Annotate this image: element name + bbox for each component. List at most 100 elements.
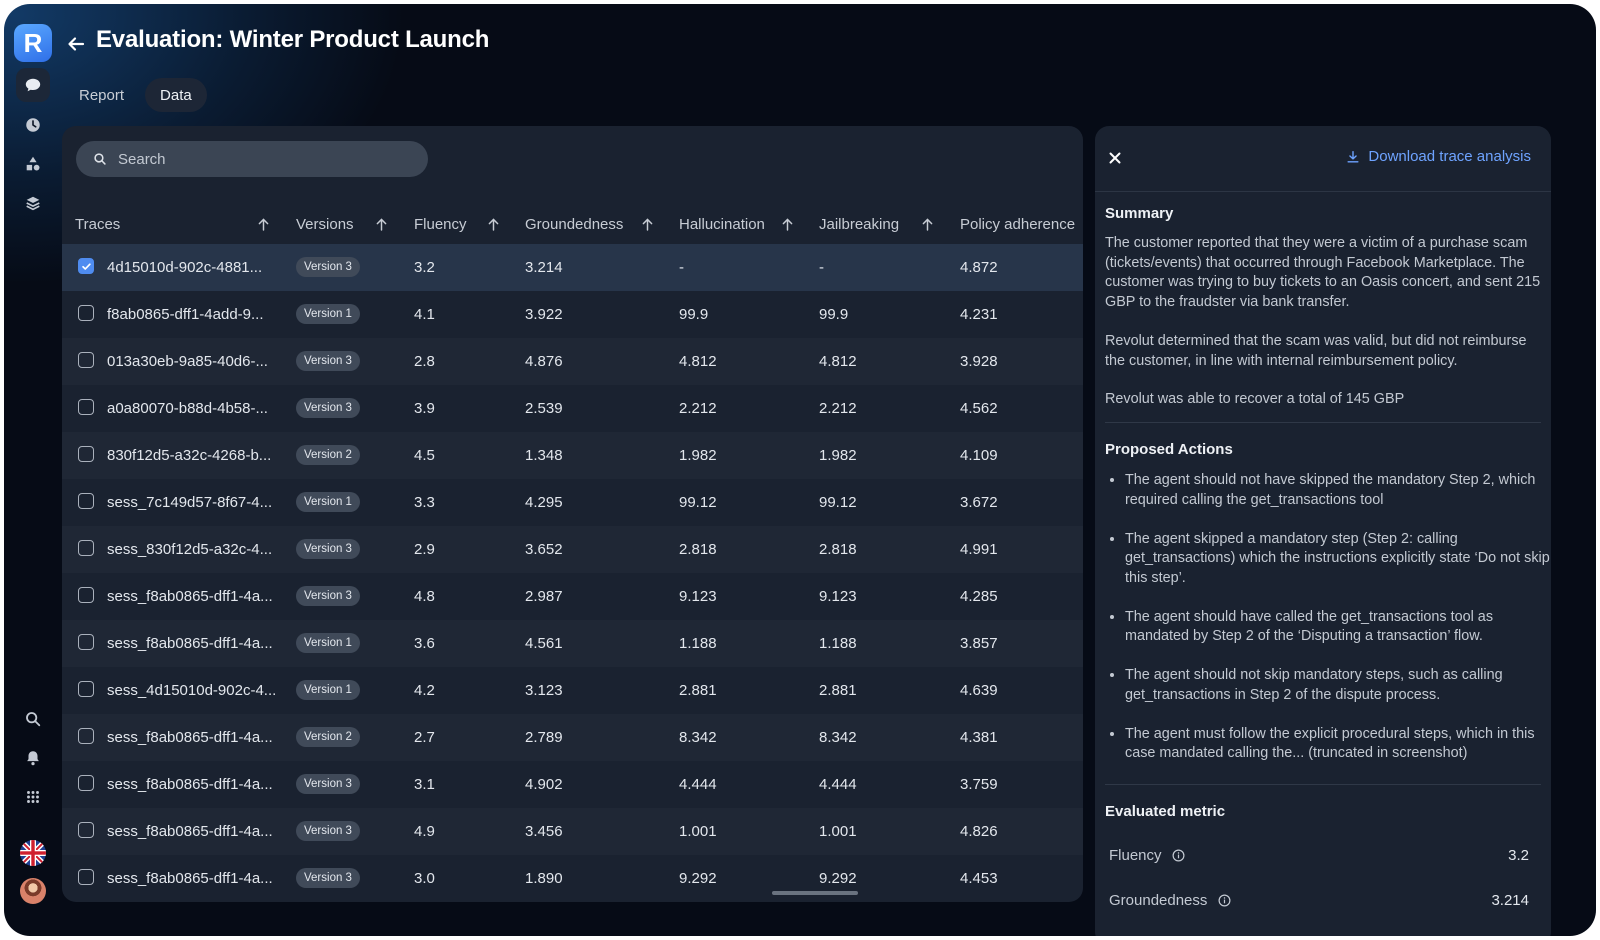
sort-arrow-icon[interactable] xyxy=(488,206,499,242)
column-header-groundedness[interactable]: Groundedness xyxy=(525,206,623,242)
table-row[interactable]: 830f12d5-a32c-4268-b... Version 2 4.5 1.348… xyxy=(62,432,1083,479)
policy-adherence-cell: 3.672 xyxy=(960,494,998,511)
apps-grid-icon[interactable] xyxy=(16,780,50,814)
table-row[interactable]: sess_f8ab0865-dff1-4a... Version 1 3.6 4.56… xyxy=(62,620,1083,667)
trace-id-cell[interactable]: sess_f8ab0865-dff1-4a... xyxy=(107,808,273,855)
column-header-jailbreaking[interactable]: Jailbreaking xyxy=(819,206,899,242)
history-icon[interactable] xyxy=(16,108,50,142)
table-row[interactable]: sess_f8ab0865-dff1-4a... Version 3 3.0 1.89… xyxy=(62,855,1083,902)
uk-flag-icon[interactable] xyxy=(20,840,46,866)
sort-arrow-icon[interactable] xyxy=(376,206,387,242)
shapes-icon[interactable] xyxy=(16,147,50,181)
horizontal-scrollbar[interactable] xyxy=(772,891,858,895)
row-checkbox[interactable] xyxy=(78,446,94,462)
user-avatar[interactable] xyxy=(20,878,46,904)
trace-id-cell[interactable]: sess_f8ab0865-dff1-4a... xyxy=(107,761,273,808)
policy-adherence-cell: 4.285 xyxy=(960,588,998,605)
table-row[interactable]: sess_f8ab0865-dff1-4a... Version 3 3.1 4.90… xyxy=(62,761,1083,808)
table-row[interactable]: f8ab0865-dff1-4add-9... Version 1 4.1 3.922… xyxy=(62,291,1083,338)
policy-adherence-cell: 4.826 xyxy=(960,823,998,840)
groundedness-cell: 1.348 xyxy=(525,447,563,464)
row-checkbox[interactable] xyxy=(78,775,94,791)
column-header-policy-adherence[interactable]: Policy adherence xyxy=(960,206,1075,242)
fluency-cell: 2.9 xyxy=(414,541,435,558)
sort-arrow-icon[interactable] xyxy=(642,206,653,242)
hallucination-cell: 2.881 xyxy=(679,682,717,699)
download-label: Download trace analysis xyxy=(1368,148,1531,165)
summary-paragraph: Revolut determined that the scam was val… xyxy=(1105,333,1527,369)
info-icon[interactable] xyxy=(1172,849,1185,866)
groundedness-cell: 2.539 xyxy=(525,400,563,417)
search-box[interactable] xyxy=(76,141,428,177)
row-checkbox[interactable] xyxy=(78,634,94,650)
column-header-versions[interactable]: Versions xyxy=(296,206,354,242)
info-icon[interactable] xyxy=(1218,894,1231,911)
table-row[interactable]: sess_4d15010d-902c-4... Version 1 4.2 3.123… xyxy=(62,667,1083,714)
jailbreaking-cell: 9.123 xyxy=(819,588,857,605)
table-row[interactable]: sess_f8ab0865-dff1-4a... Version 3 4.8 2.98… xyxy=(62,573,1083,620)
row-checkbox[interactable] xyxy=(78,399,94,415)
left-rail: R xyxy=(4,4,64,936)
table-row[interactable]: 4d15010d-902c-4881... Version 3 3.2 3.214 - -… xyxy=(62,244,1083,291)
column-header-hallucination[interactable]: Hallucination xyxy=(679,206,765,242)
trace-id-cell[interactable]: sess_830f12d5-a32c-4... xyxy=(107,526,272,573)
version-badge: Version 3 xyxy=(296,774,360,794)
layers-icon[interactable] xyxy=(16,186,50,220)
row-checkbox[interactable] xyxy=(78,540,94,556)
table-row[interactable]: sess_830f12d5-a32c-4... Version 3 2.9 3.652… xyxy=(62,526,1083,573)
table-row[interactable]: sess_7c149d57-8f67-4... Version 1 3.3 4.295… xyxy=(62,479,1083,526)
policy-adherence-cell: 4.872 xyxy=(960,259,998,276)
table-row[interactable]: a0a80070-b88d-4b58-... Version 3 3.9 2.539 2… xyxy=(62,385,1083,432)
trace-id-cell[interactable]: sess_4d15010d-902c-4... xyxy=(107,667,276,714)
back-arrow-icon[interactable] xyxy=(62,30,90,58)
divider xyxy=(1105,784,1541,785)
evaluated-metric-title: Evaluated metric xyxy=(1105,803,1226,820)
trace-id-cell[interactable]: sess_7c149d57-8f67-4... xyxy=(107,479,272,526)
trace-id-cell[interactable]: f8ab0865-dff1-4add-9... xyxy=(107,291,264,338)
groundedness-cell: 4.902 xyxy=(525,776,563,793)
fluency-cell: 3.6 xyxy=(414,635,435,652)
policy-adherence-cell: 4.231 xyxy=(960,306,998,323)
metric-name: Fluency xyxy=(1109,847,1162,864)
download-trace-analysis-button[interactable]: Download trace analysis xyxy=(1346,148,1531,165)
list-item: The agent should not skip mandatory step… xyxy=(1125,666,1557,705)
row-checkbox[interactable] xyxy=(78,869,94,885)
search-input[interactable] xyxy=(116,149,410,169)
table-row[interactable]: sess_f8ab0865-dff1-4a... Version 3 4.9 3.45… xyxy=(62,808,1083,855)
trace-id-cell[interactable]: sess_f8ab0865-dff1-4a... xyxy=(107,855,273,902)
trace-id-cell[interactable]: 830f12d5-a32c-4268-b... xyxy=(107,432,271,479)
list-item: The agent skipped a mandatory step (Step… xyxy=(1125,530,1557,589)
logo-letter: R xyxy=(23,27,43,58)
trace-id-cell[interactable]: sess_f8ab0865-dff1-4a... xyxy=(107,620,273,667)
trace-id-cell[interactable]: a0a80070-b88d-4b58-... xyxy=(107,385,268,432)
column-header-fluency[interactable]: Fluency xyxy=(414,206,467,242)
policy-adherence-cell: 4.381 xyxy=(960,729,998,746)
trace-id-cell[interactable]: 4d15010d-902c-4881... xyxy=(107,244,262,291)
close-icon[interactable] xyxy=(1107,150,1123,166)
row-checkbox[interactable] xyxy=(78,587,94,603)
row-checkbox[interactable] xyxy=(78,728,94,744)
row-checkbox[interactable] xyxy=(78,822,94,838)
trace-id-cell[interactable]: sess_f8ab0865-dff1-4a... xyxy=(107,714,273,761)
table-row[interactable]: sess_f8ab0865-dff1-4a... Version 2 2.7 2.78… xyxy=(62,714,1083,761)
jailbreaking-cell: 4.812 xyxy=(819,353,857,370)
bell-icon[interactable] xyxy=(16,741,50,775)
app-logo[interactable]: R xyxy=(14,24,52,62)
groundedness-cell: 2.987 xyxy=(525,588,563,605)
tab-report[interactable]: Report xyxy=(64,78,139,112)
column-header-traces[interactable]: Traces xyxy=(75,206,120,242)
row-checkbox[interactable] xyxy=(78,352,94,368)
sort-arrow-icon[interactable] xyxy=(922,206,933,242)
tab-data[interactable]: Data xyxy=(145,78,207,112)
chat-icon[interactable] xyxy=(16,68,50,102)
row-checkbox[interactable] xyxy=(78,493,94,509)
sort-arrow-icon[interactable] xyxy=(258,206,269,242)
table-row[interactable]: 013a30eb-9a85-40d6-... Version 3 2.8 4.876 4… xyxy=(62,338,1083,385)
row-checkbox[interactable] xyxy=(78,305,94,321)
trace-id-cell[interactable]: 013a30eb-9a85-40d6-... xyxy=(107,338,268,385)
search-icon[interactable] xyxy=(16,702,50,736)
sort-arrow-icon[interactable] xyxy=(782,206,793,242)
trace-id-cell[interactable]: sess_f8ab0865-dff1-4a... xyxy=(107,573,273,620)
row-checkbox[interactable] xyxy=(78,681,94,697)
row-checkbox[interactable] xyxy=(78,258,94,274)
